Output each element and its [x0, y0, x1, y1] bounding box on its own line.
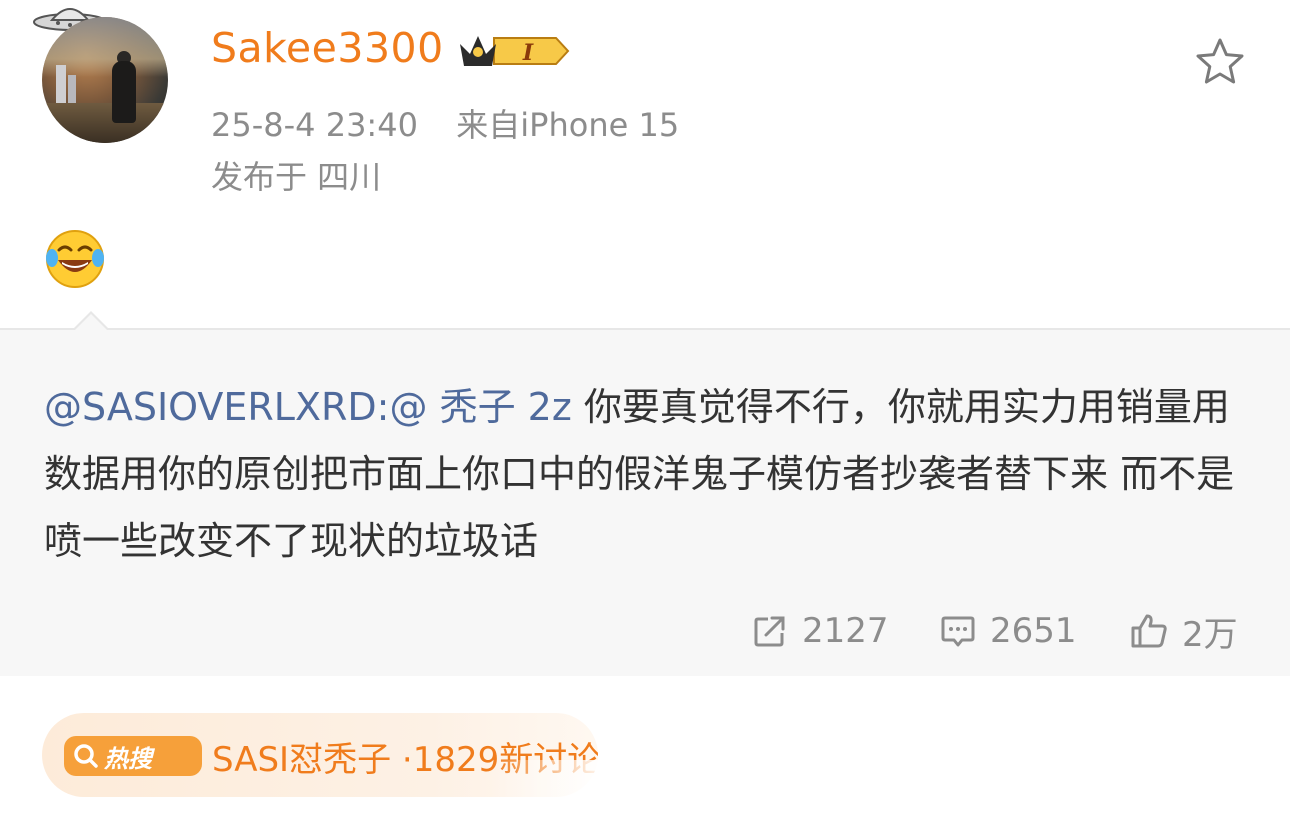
comment-icon: [941, 616, 975, 647]
forward-button[interactable]: 2127: [752, 608, 889, 654]
forward-icon: [754, 616, 785, 647]
timestamp: 25-8-4 23:40: [211, 106, 418, 144]
bottom-fade: [490, 760, 790, 814]
comment-button[interactable]: 2651: [940, 608, 1077, 654]
hot-search-tag-label: 热搜: [104, 744, 152, 773]
laughing-tears-emoji-icon: [46, 230, 104, 288]
post-source: 来自iPhone 15: [456, 106, 680, 144]
repost-author-mention[interactable]: @SASIOVERLXRD:: [44, 385, 389, 429]
repost-inner-mention[interactable]: @ 秃子 2z: [389, 385, 571, 429]
repost-body: @SASIOVERLXRD:@ 秃子 2z 你要真觉得不行，你就用实力用销量用数…: [44, 374, 1256, 575]
search-icon: [74, 744, 98, 768]
favorite-star-icon[interactable]: [1194, 36, 1246, 88]
comment-count: 2651: [990, 611, 1077, 651]
avatar[interactable]: [42, 17, 168, 143]
vip-crown-badge-icon[interactable]: I: [456, 30, 572, 72]
forward-count: 2127: [802, 611, 889, 651]
post-location: 发布于 四川: [211, 158, 382, 196]
username[interactable]: Sakee3300: [211, 24, 444, 72]
thumbs-up-icon: [1131, 614, 1167, 648]
post-meta: 25-8-4 23:40 来自iPhone 15: [211, 100, 679, 146]
weibo-post: Sakee3300 I 25-8-4 23:40 来自iPhone 15 发布于…: [0, 0, 1290, 814]
repost-card[interactable]: @SASIOVERLXRD:@ 秃子 2z 你要真觉得不行，你就用实力用销量用数…: [0, 328, 1290, 676]
like-count: 2万: [1182, 614, 1238, 655]
hot-search-tag: 热搜: [64, 736, 202, 776]
like-button[interactable]: 2万: [1130, 608, 1238, 655]
vip-level: I: [522, 40, 534, 66]
repost-notch-inner: [74, 314, 108, 331]
